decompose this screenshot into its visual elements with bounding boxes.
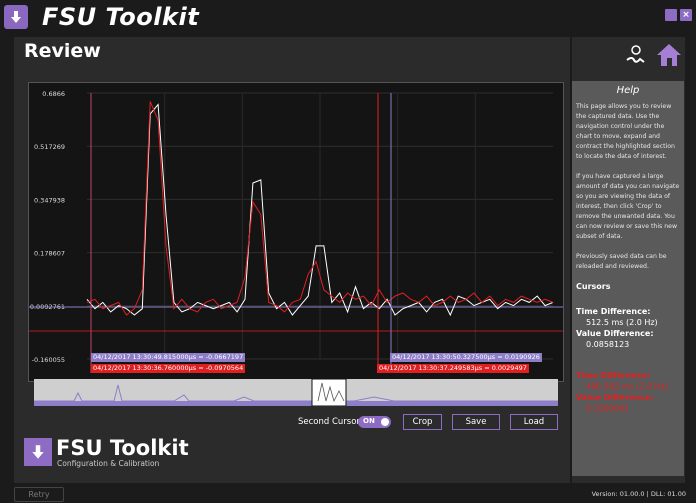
left-white-cursor-label: 04/12/2017 13:30:49.815000µs = -0.066719… [91,353,246,362]
crop-button[interactable]: Crop [403,414,442,430]
y-tick-label: 0.6866 [42,90,65,98]
toggle-state: ON [363,417,375,425]
second-cursor-toggle[interactable]: ON [358,416,391,428]
home-icon[interactable] [656,42,682,72]
help-paragraph: Previously saved data can be reloaded an… [576,253,667,270]
app-logo-icon [4,5,28,29]
brand-subtitle: Configuration & Calibration [57,459,160,468]
y-tick-label: 0.178607 [34,250,65,258]
red-value-diff-value: 0.1000061 [586,404,630,413]
help-paragraph: This page allows you to review the captu… [576,103,675,160]
navigation-overview[interactable] [34,378,558,407]
review-chart[interactable]: 0.6866 0.517269 0.347938 0.178607 0.0092761-… [28,82,564,382]
red-time-diff-label: Time Difference: [576,371,651,380]
cursors-heading: Cursors [576,282,611,291]
help-paragraph: If you have captured a large amount of d… [576,173,680,240]
y-tick-label: 0.347938 [34,196,65,204]
app-title: FSU Toolkit [42,3,200,31]
right-red-cursor-label: 04/12/2017 13:30:37.249583µs = 0.0029497 [377,364,529,373]
white-time-diff-value: 512.5 ms (2.0 Hz) [586,318,658,327]
right-white-cursor-label: 04/12/2017 13:30:50.327500µs = 0.0190926 [390,353,542,362]
help-panel: Help This page allows you to review the … [572,81,684,476]
red-value-diff-label: Value Difference: [576,393,654,402]
page-title: Review [24,40,101,62]
version-text: Version: 01.00.0 | DLL: 01.00 [591,490,686,498]
close-button[interactable]: × [680,9,692,21]
red-time-diff-value: 480.583 ms (2.0 Hz) [586,382,668,391]
y-tick-label: -0.160055 [32,356,65,364]
help-text: This page allows you to review the captu… [572,102,684,272]
white-time-diff-label: Time Difference: [576,307,651,316]
white-value-diff-value: 0.0858123 [586,340,630,349]
toggle-knob [381,418,389,426]
brand-name: FSU Toolkit [56,436,189,460]
wizard-icon[interactable] [624,42,648,72]
white-value-diff-label: Value Difference: [576,329,654,338]
title-bar: FSU Toolkit × [0,0,696,35]
minimize-button[interactable] [665,9,677,21]
help-title: Help [616,85,640,96]
retry-button[interactable]: Retry [14,487,64,502]
left-red-cursor-label: 04/12/2017 13:30:36.760000µs = -0.097056… [91,364,246,373]
save-button[interactable]: Save [452,414,500,430]
brand-logo-icon [24,438,52,466]
second-cursor-label: Second Cursor [298,417,360,427]
y-tick-label: 0.517269 [34,143,65,151]
load-button[interactable]: Load [510,414,558,430]
chart-plot[interactable]: 0.68660.5172690.3479380.1786070.0092761-… [29,83,563,381]
